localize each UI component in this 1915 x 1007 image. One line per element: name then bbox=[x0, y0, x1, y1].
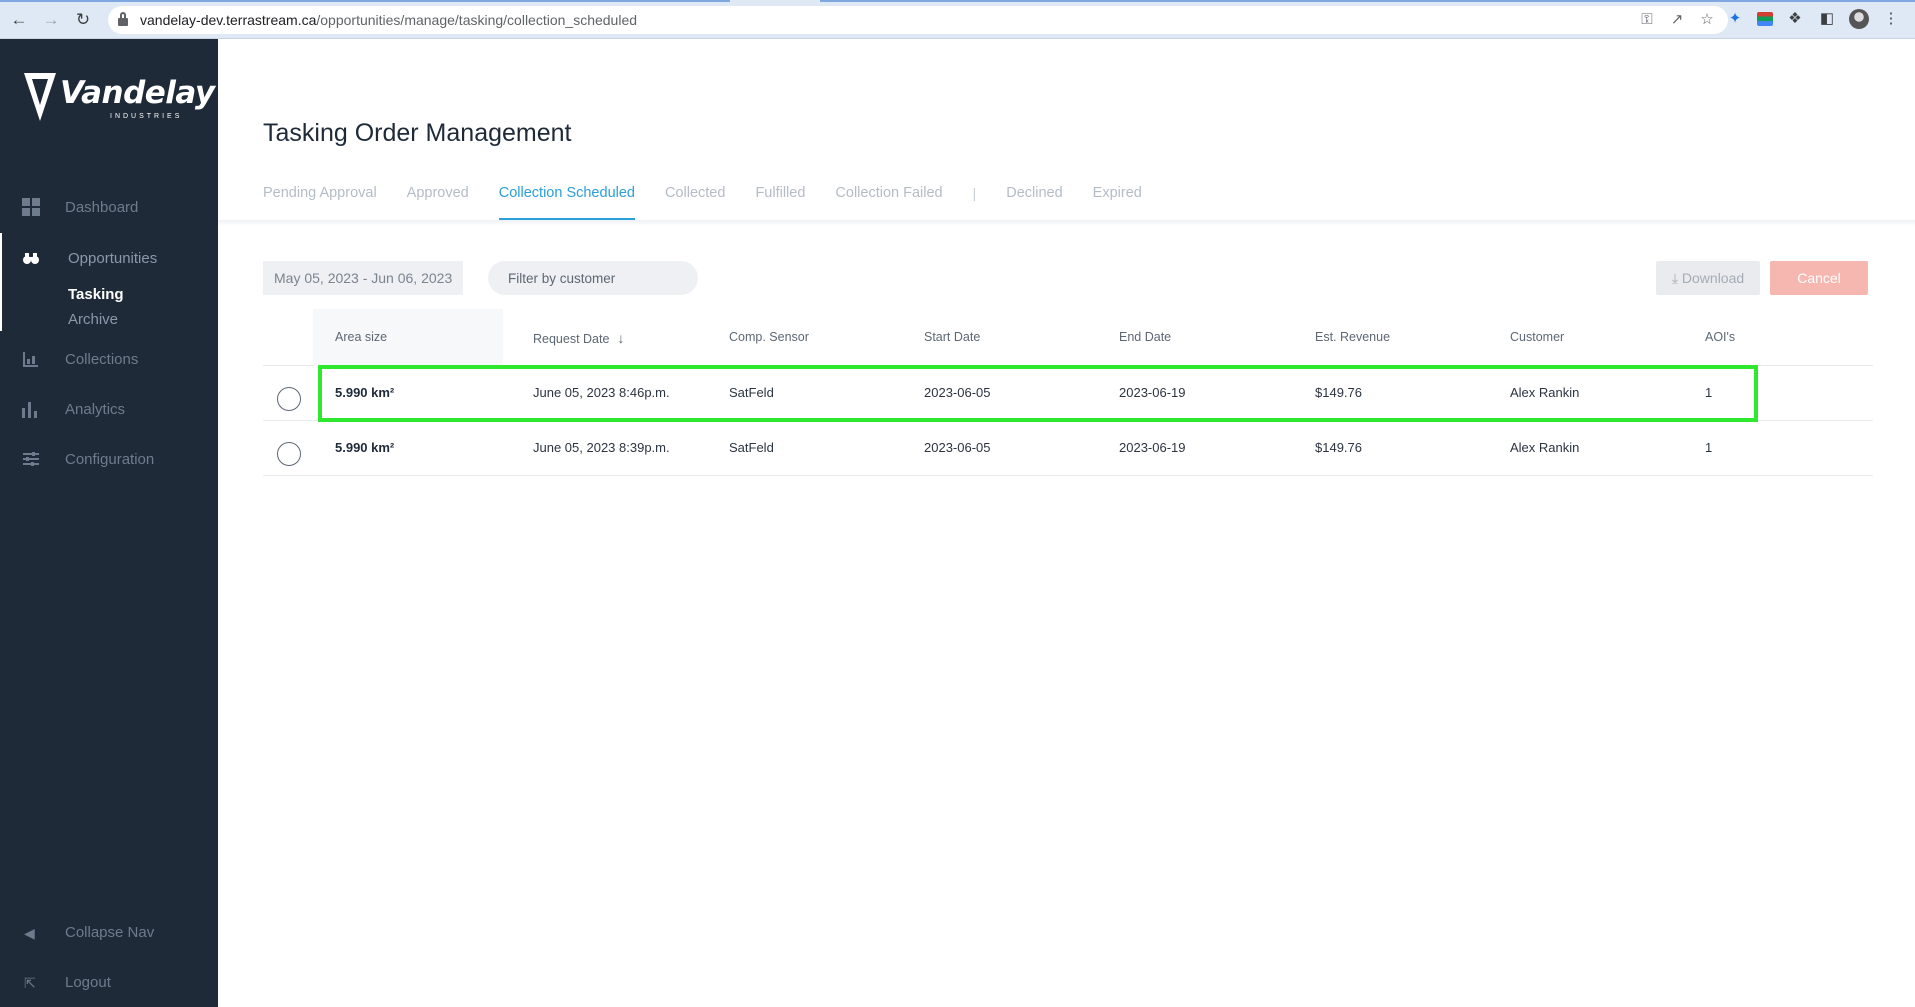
tab-fulfilled[interactable]: Fulfilled bbox=[755, 176, 805, 220]
side-panel-icon[interactable]: ◧ bbox=[1817, 9, 1837, 29]
star-icon[interactable]: ☆ bbox=[1698, 11, 1716, 29]
tab-approved[interactable]: Approved bbox=[407, 176, 469, 220]
forward-icon[interactable]: → bbox=[40, 9, 62, 31]
tab-collection-failed[interactable]: Collection Failed bbox=[835, 176, 942, 220]
logo-subtext: INDUSTRIES bbox=[110, 113, 183, 120]
sort-descending-icon[interactable]: ↓ bbox=[617, 330, 624, 346]
sidebar-item-dashboard[interactable]: Dashboard bbox=[0, 187, 218, 227]
browser-toolbar: ← → ↻ vandelay-dev.terrastream.ca/opport… bbox=[0, 0, 1915, 39]
sidebar-subitem-tasking[interactable]: Tasking bbox=[68, 286, 124, 303]
column-header-end-date[interactable]: End Date bbox=[1119, 330, 1171, 344]
tab-collected[interactable]: Collected bbox=[665, 176, 725, 220]
column-header-request-date[interactable]: Request Date ↓ bbox=[533, 330, 624, 346]
column-header-start-date[interactable]: Start Date bbox=[924, 330, 980, 344]
tab-collection-scheduled[interactable]: Collection Scheduled bbox=[498, 176, 635, 220]
table-row[interactable]: 5.990 km² June 05, 2023 8:39p.m. SatFeld… bbox=[263, 421, 1873, 476]
sidebar-item-analytics[interactable]: Analytics bbox=[0, 389, 218, 429]
key-icon[interactable]: ⚿ bbox=[1638, 11, 1656, 29]
table-row[interactable]: 5.990 km² June 05, 2023 8:46p.m. SatFeld… bbox=[263, 366, 1873, 421]
tab-expired[interactable]: Expired bbox=[1093, 176, 1142, 220]
collapse-arrow-icon: ◀ bbox=[24, 925, 35, 941]
tasking-orders-table: Area size Request Date ↓ Comp. Sensor Sta… bbox=[263, 309, 1873, 476]
tab-pending-approval[interactable]: Pending Approval bbox=[263, 176, 377, 220]
logout-icon: ⇱ bbox=[24, 975, 36, 991]
extension-pin-icon[interactable]: ✦ bbox=[1725, 9, 1745, 29]
logout-button[interactable]: ⇱ Logout bbox=[0, 963, 218, 1003]
collapse-nav-button[interactable]: ◀ Collapse Nav bbox=[0, 913, 218, 953]
download-button[interactable]: ⤓ Download bbox=[1656, 261, 1760, 295]
page-title: Tasking Order Management bbox=[263, 119, 572, 147]
lock-icon bbox=[118, 12, 128, 26]
back-icon[interactable]: ← bbox=[8, 9, 30, 31]
customer-filter-input[interactable] bbox=[488, 261, 698, 295]
column-header-area-size[interactable]: Area size bbox=[335, 330, 387, 344]
sidebar-item-collections[interactable]: Collections bbox=[0, 339, 218, 379]
reload-icon[interactable]: ↻ bbox=[72, 9, 94, 31]
row-select-radio[interactable] bbox=[277, 387, 301, 411]
dashboard-icon bbox=[22, 198, 40, 216]
main-content: Tasking Order Management Pending Approva… bbox=[218, 39, 1915, 1007]
address-bar[interactable]: vandelay-dev.terrastream.ca/opportunitie… bbox=[108, 6, 1728, 34]
date-range-picker[interactable]: May 05, 2023 - Jun 06, 2023 bbox=[263, 261, 463, 295]
vandelay-logo[interactable]: Vandelay INDUSTRIES bbox=[22, 69, 215, 129]
page-load-progress bbox=[0, 0, 1915, 2]
tab-declined[interactable]: Declined bbox=[1006, 176, 1062, 220]
sidebar: Vandelay INDUSTRIES Dashboard Opportunit… bbox=[0, 39, 218, 1007]
menu-dots-icon[interactable]: ⋮ bbox=[1881, 9, 1901, 29]
puzzle-icon[interactable]: ❖ bbox=[1785, 9, 1805, 29]
logo-wordmark: Vandelay bbox=[60, 75, 215, 111]
binoculars-icon bbox=[22, 249, 40, 267]
sidebar-subitem-archive[interactable]: Archive bbox=[68, 311, 118, 328]
column-header-customer[interactable]: Customer bbox=[1510, 330, 1564, 344]
tab-separator: | bbox=[972, 185, 977, 201]
column-header-aois[interactable]: AOI's bbox=[1705, 330, 1735, 344]
sidebar-item-configuration[interactable]: Configuration bbox=[0, 439, 218, 479]
row-select-radio[interactable] bbox=[277, 442, 301, 466]
url-text[interactable]: vandelay-dev.terrastream.ca/opportunitie… bbox=[140, 12, 637, 28]
bar-chart-icon bbox=[22, 400, 40, 418]
download-icon: ⤓ bbox=[1671, 270, 1679, 286]
status-tabs: Pending Approval Approved Collection Sch… bbox=[263, 176, 1172, 220]
column-header-comp-sensor[interactable]: Comp. Sensor bbox=[729, 330, 809, 344]
profile-avatar[interactable] bbox=[1849, 9, 1869, 29]
table-header: Area size Request Date ↓ Comp. Sensor Sta… bbox=[263, 309, 1873, 366]
cancel-button[interactable]: Cancel bbox=[1770, 261, 1868, 295]
sidebar-item-opportunities[interactable]: Opportunities bbox=[0, 238, 218, 278]
collections-icon bbox=[22, 350, 40, 368]
column-header-est-revenue[interactable]: Est. Revenue bbox=[1315, 330, 1390, 344]
sliders-icon bbox=[22, 450, 40, 468]
extension-grid-icon[interactable] bbox=[1757, 12, 1773, 26]
share-icon[interactable]: ↗ bbox=[1668, 11, 1686, 29]
